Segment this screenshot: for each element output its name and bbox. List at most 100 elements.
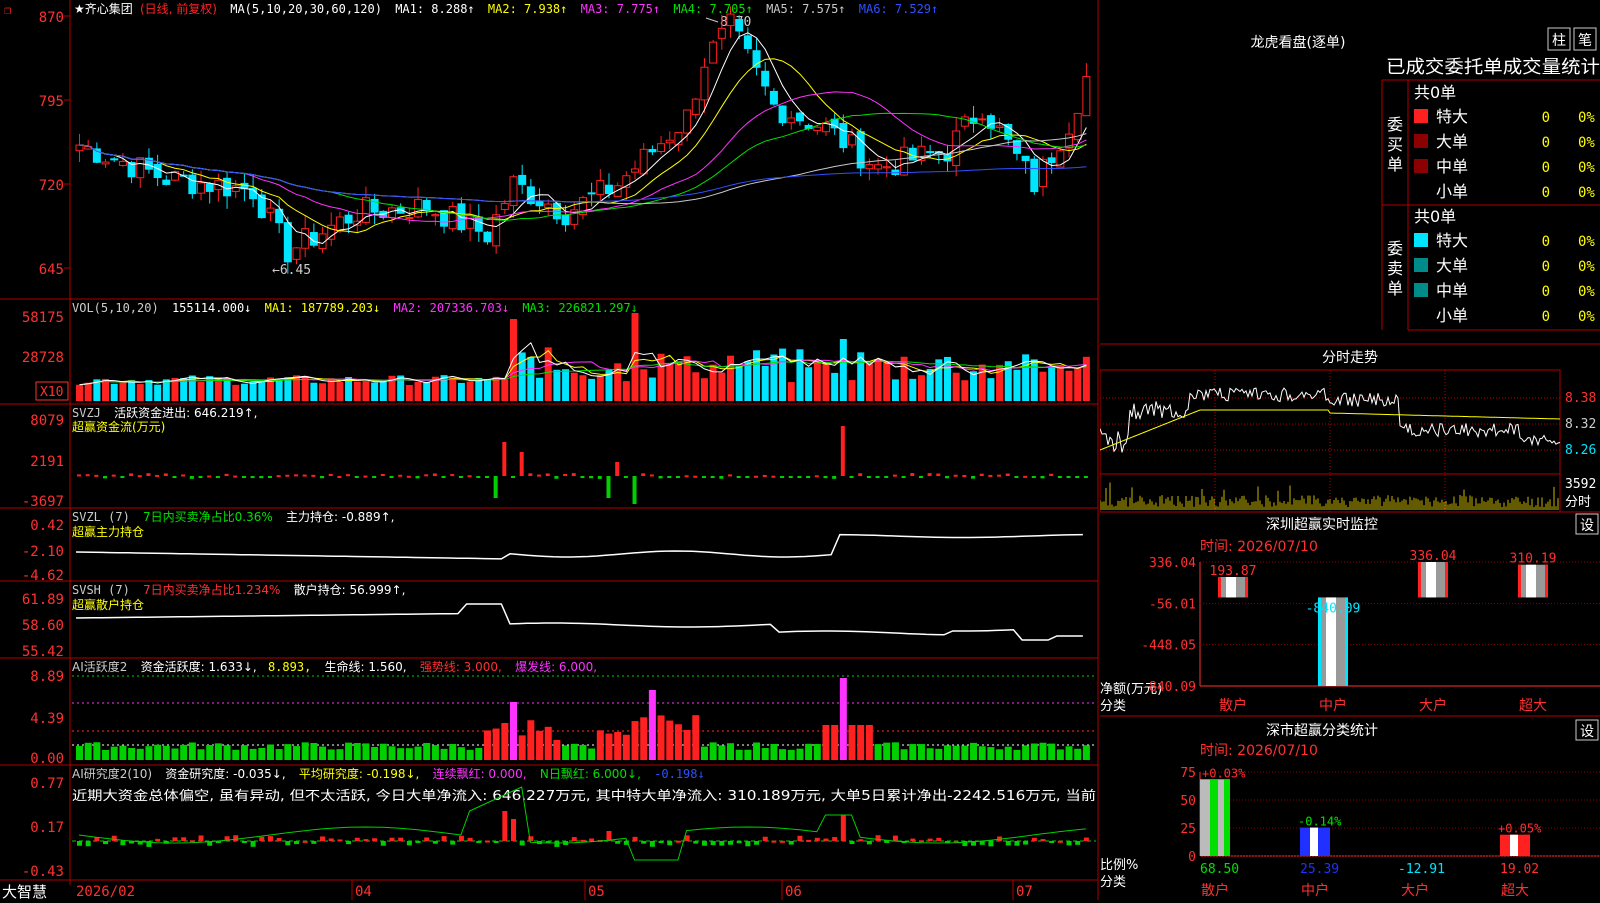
ma-label: MA(5,10,20,30,60,120) — [230, 2, 382, 16]
svzl-line1: 7日内买卖净占比0.36% — [143, 509, 273, 524]
svzj-bar — [641, 473, 646, 476]
ai2-line2: 8.893, — [268, 660, 311, 674]
ai2-bar — [796, 748, 804, 760]
monitor-settings-label: 设 — [1580, 518, 1594, 534]
sell-row-pct: 0% — [1578, 259, 1595, 275]
candle-body — [839, 123, 848, 149]
svg-text:SVZL (7) 7日内买卖净占比0.36%: SVZL (7) 7日内买卖净占比0.36% 主力持仓: -0.889↑, — [72, 509, 394, 524]
svzj-bar — [1023, 475, 1028, 478]
ai-research-bar — [120, 841, 126, 846]
monitor-bar-edge — [1518, 564, 1521, 598]
svzl-y-1: 0.42 — [30, 518, 64, 534]
ai2-bar — [423, 742, 431, 760]
buy-row-pct: 0% — [1578, 110, 1595, 126]
main-chart-area[interactable]: ❐ ★齐心集团 (日线, 前复权) MA(5,10,20,30,60,120) … — [0, 0, 1100, 901]
ai2-bar — [666, 720, 674, 760]
candle-body — [335, 216, 344, 231]
ai2-bar — [1056, 749, 1064, 760]
ai-research-bar — [1057, 840, 1063, 843]
volume-bar — [84, 382, 92, 401]
svzj-bar — [77, 474, 81, 477]
ai2-bar — [171, 748, 179, 760]
ai-research-bar — [1014, 841, 1020, 846]
air-title: AI研究度2(10) — [72, 766, 152, 781]
ai-research-bar — [745, 841, 751, 847]
volume-bar — [1048, 366, 1056, 401]
svzj-line2: 超赢资金流(万元) — [72, 419, 165, 434]
candle-body — [1030, 158, 1039, 193]
stats-bar-edge — [1324, 827, 1330, 856]
candle-body — [110, 158, 119, 161]
ai2-bar — [961, 745, 969, 760]
candle-body — [795, 112, 804, 122]
svzj-bar — [771, 475, 776, 478]
svzj-bar — [936, 473, 941, 476]
svzj-title: SVZJ — [72, 406, 101, 420]
svzj-bar — [918, 476, 923, 478]
volume-bar — [805, 367, 813, 401]
volume-bar — [110, 383, 118, 401]
candle-body — [457, 203, 466, 231]
ai2-bar — [727, 743, 734, 760]
volume-bar — [674, 361, 682, 401]
ai-research-bar — [1040, 839, 1046, 842]
svzj-bar — [172, 476, 177, 478]
candle-body — [266, 207, 275, 213]
svzj-bar — [493, 476, 498, 498]
ai-research-bar — [476, 841, 482, 843]
ai-research-bar — [233, 835, 239, 841]
sell-side-3: 单 — [1387, 279, 1403, 298]
svzj-bar — [441, 476, 446, 478]
volume-bar — [588, 378, 596, 401]
dragon-subtitle: 已成交委托单成交量统计 — [1386, 57, 1600, 78]
svzj-bar — [189, 476, 194, 479]
ai2-bar — [848, 725, 856, 760]
candle-body — [162, 179, 171, 185]
candle-body — [136, 157, 145, 179]
candle-body — [118, 160, 127, 166]
svzj-bar — [233, 475, 238, 478]
stats-bar-change: +0.03% — [1202, 766, 1246, 780]
candle-body — [301, 228, 310, 249]
ai2-bar — [240, 745, 248, 760]
main-chart-svg[interactable]: ❐ ★齐心集团 (日线, 前复权) MA(5,10,20,30,60,120) … — [0, 0, 1100, 901]
price-y-720: 720 — [39, 178, 64, 194]
svzj-bar — [1005, 473, 1010, 476]
candle-body — [657, 143, 666, 153]
candle-body — [205, 183, 214, 192]
low-note: ←6.45 — [272, 263, 311, 278]
intraday-volume — [1099, 482, 1559, 510]
monitor-bar — [1218, 576, 1248, 598]
buy-row-pct: 0% — [1578, 135, 1595, 151]
candle-body — [188, 174, 197, 195]
buy-side-3: 单 — [1387, 155, 1403, 174]
ai-research-bar — [337, 839, 343, 842]
ai2-bar — [570, 743, 578, 760]
monitor-bar — [1418, 562, 1448, 598]
ai2-bar — [431, 745, 439, 760]
monitor-bar — [1518, 564, 1548, 598]
candle-body — [1082, 76, 1091, 117]
ai2-bar — [223, 745, 231, 760]
ai-research-bar — [181, 837, 187, 841]
ai2-bar — [249, 748, 257, 760]
ai2-bar — [631, 721, 639, 760]
ai2-bar — [379, 743, 387, 760]
volume-bar — [136, 384, 144, 401]
svzl-y-2: -2.10 — [22, 544, 64, 560]
svzj-bar — [823, 476, 828, 479]
svzj-bar — [406, 475, 411, 478]
svzj-bar — [432, 473, 437, 476]
monitor-bar-highlight — [1526, 564, 1536, 598]
bookmark-icon[interactable]: ❐ — [4, 3, 11, 17]
svzj-bar — [328, 473, 333, 476]
ai2-bar — [614, 731, 622, 760]
stats-bar-edge — [1524, 834, 1530, 856]
sell-total: 共0单 — [1414, 207, 1456, 226]
ai-research-bar — [155, 838, 161, 841]
ai-research-bar — [1031, 837, 1037, 841]
svzl-line — [75, 533, 1083, 560]
ai-research-bar — [936, 837, 942, 841]
volume-bar — [501, 379, 509, 401]
ai2-bar — [501, 722, 509, 760]
